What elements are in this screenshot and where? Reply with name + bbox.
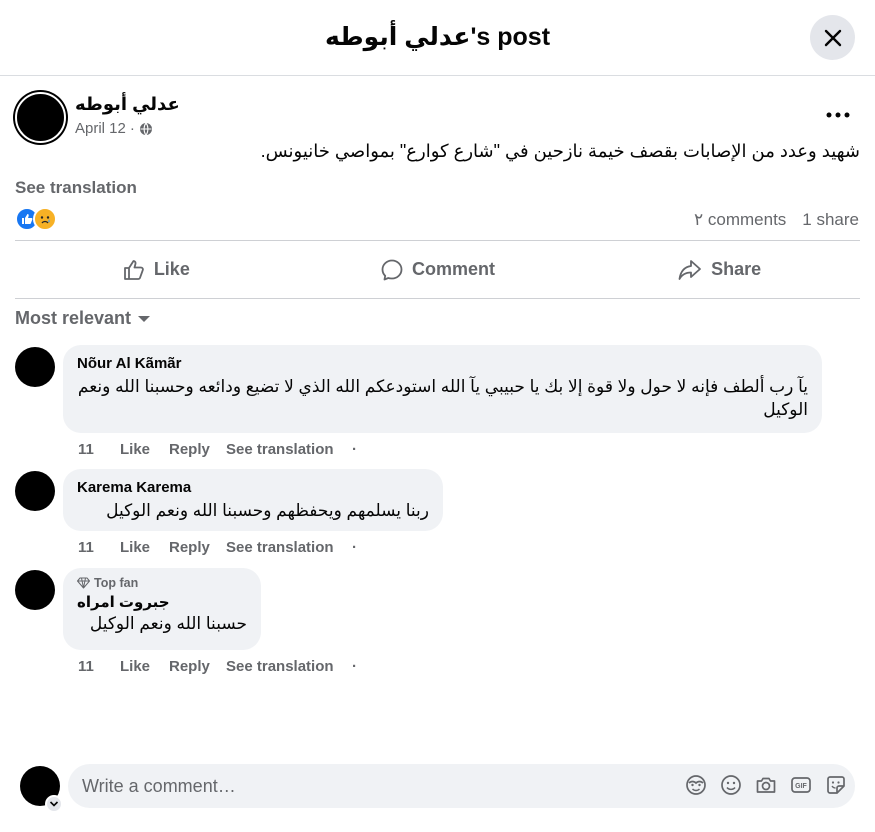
camera-icon [756,777,776,793]
post-author-name[interactable]: عدلي أبوطه [75,94,180,115]
post-text: شهيد وعدد من الإصابات بقصف خيمة نازحين ف… [260,141,860,161]
comment-avatar[interactable] [15,347,55,387]
sticker-icon [827,776,845,794]
comment-see-translation[interactable]: See translation [226,658,352,675]
comment-composer: GIF [0,750,875,832]
comment-button[interactable]: Comment [297,241,579,298]
shares-count[interactable]: 1 share [802,210,859,230]
comment-author[interactable]: Karema Karema [77,479,429,496]
top-fan-badge: Top fan [77,576,247,590]
post-action-bar: Like Comment Share [15,240,860,299]
comment-like-button[interactable]: Like [120,441,169,458]
see-translation-link[interactable]: See translation [15,178,137,198]
post-date[interactable]: April 12 [75,120,126,137]
comment-avatar[interactable] [15,570,55,610]
share-icon [678,259,702,280]
emoji-button[interactable] [720,774,742,796]
meta-dot: · [129,120,135,137]
comment-actions: 11 Like Reply See translation · [78,539,357,556]
comment-bubble: Karema Karema ربنا يسلمهم ويحفظهم وحسبنا… [63,469,443,531]
close-button[interactable] [810,15,855,60]
composer-tools: GIF [685,774,847,796]
comment-see-translation[interactable]: See translation [226,539,352,556]
camera-button[interactable] [755,774,777,796]
dialog-title: عدلي أبوطه's post [324,23,551,51]
close-icon [824,29,841,46]
comment-like-button[interactable]: Like [120,658,169,675]
emoji-icon [721,775,741,795]
reactions-summary[interactable] [15,207,57,233]
comment-dot: · [352,441,357,458]
comment-sort-dropdown[interactable]: Most relevant [15,308,151,329]
like-label: Like [153,259,190,279]
comment-dot: · [352,658,357,675]
gif-icon: GIF [791,777,811,793]
comment-avatar[interactable] [15,471,55,511]
globe-icon [139,122,152,135]
profile-switch-button[interactable] [45,795,63,813]
caret-down-icon [138,315,151,322]
comment-bubble: Nõur Al Kãmãr يآ رب ألطف فإنه لا حول ولا… [63,345,822,433]
post-author-avatar[interactable] [15,92,66,143]
svg-text:GIF: GIF [795,783,807,790]
comment-reply-button[interactable]: Reply [169,658,226,675]
comment-time[interactable]: 11 [78,441,120,458]
comment-text: حسبنا الله ونعم الوكيل [89,614,247,633]
avatar-sticker-button[interactable] [685,774,707,796]
avatar-sticker-icon [686,775,706,795]
chevron-down-icon [49,801,59,807]
dialog-header: عدلي أبوطه's post [0,0,875,76]
comment-bubble: Top fan جبروت امراه حسبنا الله ونعم الوك… [63,568,261,650]
share-label: Share [711,259,762,279]
top-fan-label: Top fan [94,576,139,590]
comment-actions: 11 Like Reply See translation · [78,441,357,458]
comment-label: Comment [412,259,496,279]
more-options-button[interactable] [823,100,853,130]
comment-reply-button[interactable]: Reply [169,539,226,556]
comment-dot: · [352,539,357,556]
comment-author[interactable]: Nõur Al Kãmãr [77,355,808,372]
like-icon [123,259,144,280]
engagement-counts: ٢ comments 1 share [694,210,859,230]
like-button[interactable]: Like [15,241,297,298]
comment-reply-button[interactable]: Reply [169,441,226,458]
comments-count[interactable]: ٢ comments [694,210,786,230]
comment-actions: 11 Like Reply See translation · [78,658,357,675]
post-meta: April 12 · [75,120,153,137]
more-icon [826,112,850,118]
comment-text: ربنا يسلمهم ويحفظهم وحسبنا الله ونعم الو… [106,501,429,520]
sort-label: Most relevant [15,308,132,328]
comment-icon [381,259,403,280]
diamond-icon [77,577,90,589]
comment-time[interactable]: 11 [78,658,120,675]
sad-reaction-icon [33,207,57,231]
comment-text: يآ رب ألطف فإنه لا حول ولا قوة إلا بك يا… [77,377,808,419]
comment-like-button[interactable]: Like [120,539,169,556]
comment-time[interactable]: 11 [78,539,120,556]
comment-see-translation[interactable]: See translation [226,441,352,458]
gif-button[interactable]: GIF [790,774,812,796]
share-button[interactable]: Share [578,241,860,298]
comment-author[interactable]: جبروت امراه [77,593,247,611]
sticker-button[interactable] [825,774,847,796]
